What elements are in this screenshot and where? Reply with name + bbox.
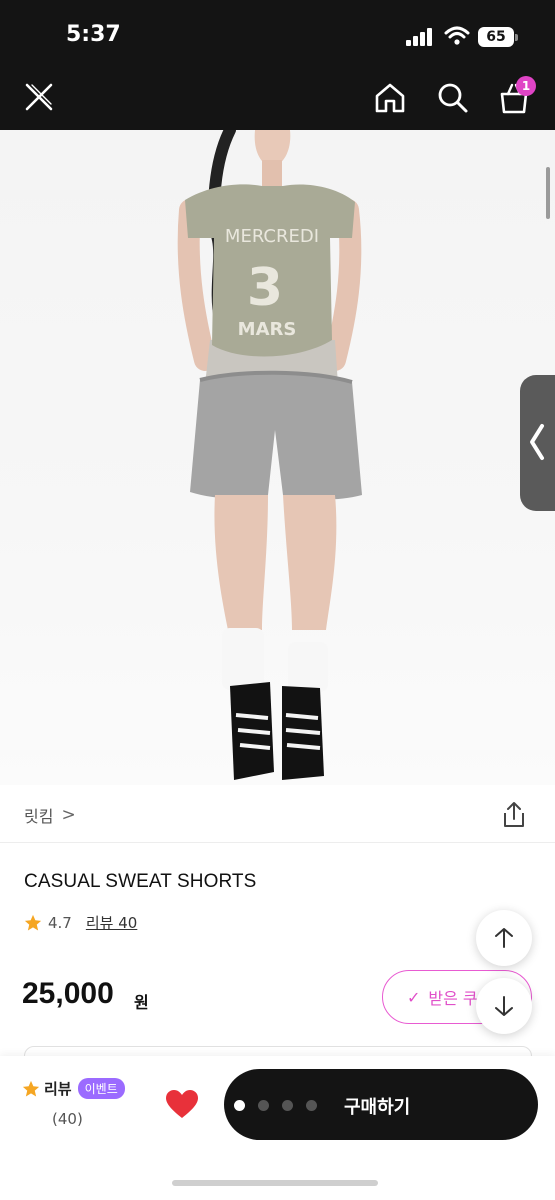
review-link[interactable]: 리뷰 40 — [86, 912, 137, 933]
scroll-down-button[interactable] — [476, 978, 532, 1034]
model-photo: MERCREDI 3 MARS — [177, 130, 362, 780]
price-currency: 원 — [134, 993, 149, 1012]
event-badge: 이벤트 — [77, 1078, 125, 1099]
home-indicator — [172, 1180, 378, 1186]
image-scrollbar[interactable] — [546, 167, 550, 219]
carousel-dot — [234, 1100, 245, 1111]
divider — [0, 842, 555, 843]
brand-link[interactable]: 릿킴 > — [24, 802, 76, 828]
rating-row[interactable]: 4.7 리뷰 40 — [24, 912, 137, 933]
carousel-dot — [258, 1100, 269, 1111]
carousel-dot — [306, 1100, 317, 1111]
bottom-review-count: (40) — [52, 1110, 83, 1128]
side-drawer-tab[interactable] — [520, 375, 555, 511]
product-image[interactable]: MERCREDI 3 MARS — [0, 130, 555, 785]
star-icon — [24, 914, 42, 930]
brand-logo-icon[interactable] — [22, 80, 56, 114]
arrow-up-icon — [495, 928, 513, 948]
price-value: 25,000 — [22, 977, 114, 1010]
buy-button[interactable]: 구매하기 — [224, 1069, 538, 1140]
rating-value: 4.7 — [48, 913, 72, 932]
heart-icon[interactable] — [164, 1088, 200, 1120]
shirt-text-line3: MARS — [238, 319, 297, 340]
wifi-icon — [444, 26, 470, 45]
shirt-text-line1: MERCREDI — [225, 226, 319, 247]
carousel-dots — [234, 1100, 317, 1111]
shirt-text-line2: 3 — [247, 258, 283, 318]
star-icon — [22, 1080, 40, 1096]
status-time: 5:37 — [66, 22, 121, 47]
coupon-label: 받은 쿠 — [428, 989, 478, 1008]
bottom-review-summary[interactable]: 리뷰 이벤트 — [22, 1078, 125, 1099]
home-icon[interactable] — [372, 80, 408, 116]
share-icon[interactable] — [500, 800, 528, 830]
cart-count-badge: 1 — [516, 76, 536, 96]
chevron-left-icon — [530, 424, 544, 460]
arrow-down-icon — [495, 996, 513, 1016]
product-title: CASUAL SWEAT SHORTS — [24, 871, 257, 892]
bottom-review-label: 리뷰 — [44, 1080, 72, 1098]
chevron-right-icon: > — [61, 805, 76, 825]
top-bar: 5:37 65 1 — [0, 0, 555, 130]
check-icon: ✓ — [407, 987, 421, 1007]
buy-button-label: 구매하기 — [344, 1097, 411, 1118]
scroll-up-button[interactable] — [476, 910, 532, 966]
battery-indicator: 65 — [478, 27, 518, 47]
brand-name: 릿킴 — [24, 807, 54, 826]
signal-icon — [406, 28, 432, 46]
carousel-dot — [282, 1100, 293, 1111]
search-icon[interactable] — [434, 80, 470, 116]
